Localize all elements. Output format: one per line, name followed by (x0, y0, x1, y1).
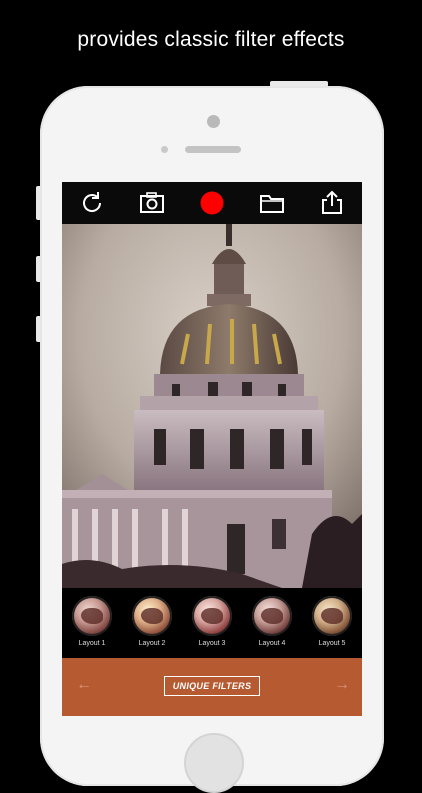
record-icon (200, 191, 224, 215)
previous-arrow-icon[interactable]: ← (76, 676, 92, 694)
filter-label: Layout 3 (198, 640, 226, 647)
filter-label: Layout 2 (138, 640, 166, 647)
refresh-icon (83, 192, 102, 212)
filter-option[interactable]: Layout 3 (189, 596, 235, 647)
camera-button[interactable] (136, 187, 168, 219)
camera-icon (140, 192, 164, 213)
filter-thumbnail (132, 596, 172, 636)
proximity-sensor (161, 146, 168, 153)
filter-strip: Layout 1 Layout 2 Layout 3 Layout 4 Layo… (62, 588, 362, 658)
earpiece-speaker (185, 146, 241, 153)
filter-option[interactable]: Layout 1 (69, 596, 115, 647)
headline: provides classic filter effects (77, 28, 345, 51)
home-button (184, 733, 244, 793)
unique-filters-button[interactable]: UNIQUE FILTERS (164, 676, 260, 696)
folder-button[interactable] (256, 187, 288, 219)
filter-label: Layout 5 (318, 640, 346, 647)
share-icon (322, 190, 342, 214)
photo-preview (62, 224, 362, 588)
filter-thumbnail (72, 596, 112, 636)
filter-option[interactable]: Layout 2 (129, 596, 175, 647)
filter-thumbnail (312, 596, 352, 636)
filter-thumbnail (252, 596, 292, 636)
filter-option[interactable]: Layout 4 (249, 596, 295, 647)
filter-label: Layout 4 (258, 640, 286, 647)
front-camera (207, 115, 220, 128)
toolbar (62, 182, 362, 224)
app-screen: Layout 1 Layout 2 Layout 3 Layout 4 Layo… (62, 182, 362, 716)
next-arrow-icon[interactable]: → (334, 676, 350, 694)
share-button[interactable] (316, 187, 348, 219)
filter-option[interactable]: Layout 5 (309, 596, 355, 647)
record-button[interactable] (196, 187, 228, 219)
filter-thumbnail (192, 596, 232, 636)
refresh-button[interactable] (76, 187, 108, 219)
bottom-bar: ← UNIQUE FILTERS → (62, 658, 362, 716)
filter-label: Layout 1 (78, 640, 106, 647)
folder-icon (260, 195, 284, 213)
